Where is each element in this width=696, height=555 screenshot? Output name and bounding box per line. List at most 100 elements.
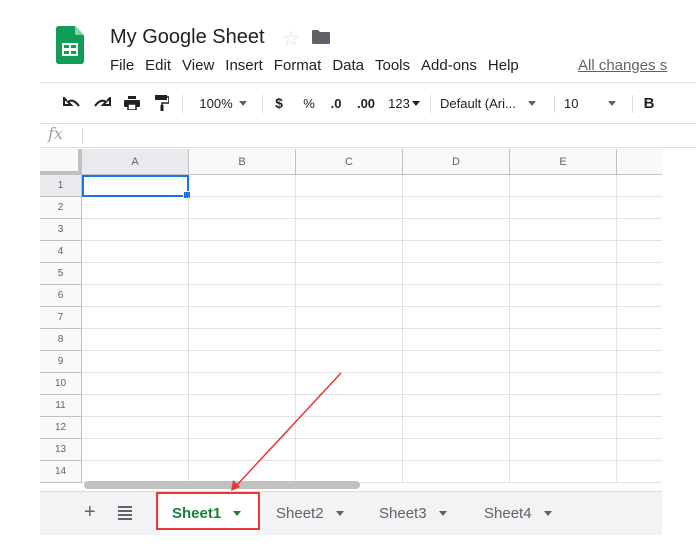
grid-cell[interactable] [296, 219, 403, 241]
row-header[interactable]: 9 [40, 351, 82, 373]
grid-cell[interactable] [189, 263, 296, 285]
row-header[interactable]: 5 [40, 263, 82, 285]
grid-cell[interactable] [510, 219, 617, 241]
column-header[interactable]: E [510, 149, 617, 175]
percent-button[interactable]: % [298, 83, 320, 123]
grid-cell[interactable] [403, 373, 510, 395]
grid-cell[interactable] [510, 197, 617, 219]
grid-cell[interactable] [510, 395, 617, 417]
folder-icon[interactable] [312, 30, 330, 44]
column-header[interactable]: D [403, 149, 510, 175]
grid-cell[interactable] [189, 373, 296, 395]
paint-format-icon[interactable] [150, 83, 174, 123]
grid-cell[interactable] [189, 329, 296, 351]
menu-data[interactable]: Data [330, 57, 371, 74]
menu-add-ons[interactable]: Add-ons [419, 57, 484, 74]
redo-icon[interactable] [90, 83, 114, 123]
grid-cell[interactable] [189, 351, 296, 373]
menu-tools[interactable]: Tools [373, 57, 417, 74]
grid-cell[interactable] [403, 263, 510, 285]
grid-cell[interactable] [403, 461, 510, 483]
grid-cell[interactable] [617, 175, 662, 197]
grid-cell[interactable] [82, 307, 189, 329]
grid-cell[interactable] [189, 219, 296, 241]
chevron-down-icon[interactable] [543, 510, 552, 516]
row-header[interactable]: 1 [40, 175, 82, 197]
grid-cell[interactable] [510, 417, 617, 439]
bold-button[interactable]: B [638, 83, 660, 123]
grid-cell[interactable] [510, 439, 617, 461]
grid-cell[interactable] [617, 461, 662, 483]
undo-icon[interactable] [60, 83, 84, 123]
add-sheet-button[interactable]: + [84, 501, 96, 524]
row-header[interactable]: 10 [40, 373, 82, 395]
row-header[interactable]: 6 [40, 285, 82, 307]
grid-cell[interactable] [296, 197, 403, 219]
grid-cell[interactable] [82, 329, 189, 351]
grid-cell[interactable] [510, 329, 617, 351]
grid-cell[interactable] [403, 307, 510, 329]
grid-cell[interactable] [403, 417, 510, 439]
grid-cell[interactable] [617, 285, 662, 307]
sheet-tab-sheet3[interactable]: Sheet3 [367, 492, 459, 534]
grid-cell[interactable] [296, 175, 403, 197]
grid-cell[interactable] [617, 241, 662, 263]
grid-cell[interactable] [82, 263, 189, 285]
grid-cell[interactable] [296, 461, 403, 483]
grid-cell[interactable] [403, 175, 510, 197]
column-header[interactable]: C [296, 149, 403, 175]
grid-cell[interactable] [189, 197, 296, 219]
menu-format[interactable]: Format [272, 57, 329, 74]
grid-cell[interactable] [82, 197, 189, 219]
grid-cell[interactable] [403, 351, 510, 373]
grid-cell[interactable] [296, 417, 403, 439]
grid-cell[interactable] [510, 461, 617, 483]
grid-cell[interactable] [617, 417, 662, 439]
grid-cell[interactable] [82, 285, 189, 307]
font-family-select[interactable]: Default (Ari... [440, 83, 548, 123]
column-header[interactable]: B [189, 149, 296, 175]
document-title[interactable]: My Google Sheet [110, 26, 265, 49]
grid-cell[interactable] [82, 241, 189, 263]
chevron-down-icon[interactable] [438, 510, 447, 516]
horizontal-scrollbar[interactable] [84, 481, 360, 489]
all-sheets-menu-icon[interactable] [118, 506, 132, 520]
selected-cell[interactable] [82, 175, 191, 199]
grid-cell[interactable] [296, 285, 403, 307]
save-status-link[interactable]: All changes s [578, 57, 667, 74]
row-header[interactable]: 11 [40, 395, 82, 417]
grid-cell[interactable] [403, 395, 510, 417]
menu-insert[interactable]: Insert [223, 57, 270, 74]
grid-cell[interactable] [403, 241, 510, 263]
grid-cell[interactable] [617, 439, 662, 461]
grid-cell[interactable] [189, 417, 296, 439]
decrease-decimal-button[interactable]: .0 [324, 83, 348, 123]
column-header[interactable] [617, 149, 662, 175]
increase-decimal-button[interactable]: .00 [352, 83, 380, 123]
sheet-tab-sheet2[interactable]: Sheet2 [264, 492, 356, 534]
select-all-corner[interactable] [40, 149, 82, 175]
grid-cell[interactable] [189, 175, 296, 197]
grid-cell[interactable] [510, 351, 617, 373]
grid-cell[interactable] [189, 395, 296, 417]
grid-cell[interactable] [510, 263, 617, 285]
row-header[interactable]: 2 [40, 197, 82, 219]
grid-cell[interactable] [296, 351, 403, 373]
sheets-logo-icon[interactable] [56, 26, 84, 64]
formula-input[interactable] [90, 124, 690, 148]
grid-cell[interactable] [403, 219, 510, 241]
grid-cell[interactable] [617, 263, 662, 285]
grid-cell[interactable] [296, 395, 403, 417]
sheet-tab-sheet4[interactable]: Sheet4 [472, 492, 564, 534]
grid-cell[interactable] [189, 241, 296, 263]
more-formats-button[interactable]: 123 [384, 83, 424, 123]
grid-cell[interactable] [617, 219, 662, 241]
grid-cell[interactable] [189, 307, 296, 329]
grid-cell[interactable] [296, 263, 403, 285]
grid-cell[interactable] [617, 197, 662, 219]
grid-cell[interactable] [403, 285, 510, 307]
grid-cell[interactable] [189, 285, 296, 307]
grid-cell[interactable] [510, 285, 617, 307]
grid-cell[interactable] [296, 307, 403, 329]
grid-cell[interactable] [82, 461, 189, 483]
